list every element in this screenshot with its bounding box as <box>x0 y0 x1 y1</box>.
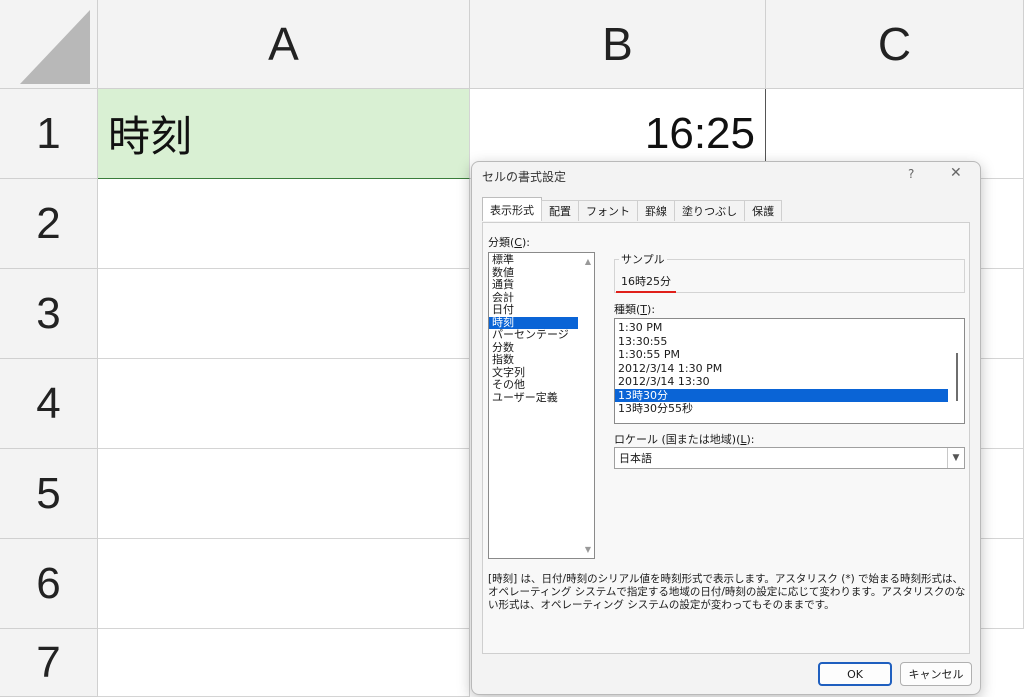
category-item[interactable]: ユーザー定義 <box>489 391 594 405</box>
row-header-3[interactable]: 3 <box>0 269 98 359</box>
row-header-4[interactable]: 4 <box>0 359 98 449</box>
format-cells-dialog: セルの書式設定 ? ✕ 表示形式 配置 フォント 罫線 塗りつぶし 保護 分類(… <box>471 161 981 695</box>
tab-border[interactable]: 罫線 <box>637 200 675 221</box>
row-header-7[interactable]: 7 <box>0 629 98 697</box>
locale-select-value: 日本語 <box>619 452 652 465</box>
tab-protection[interactable]: 保護 <box>744 200 783 221</box>
cell-a3[interactable] <box>98 269 470 359</box>
cell-a5[interactable] <box>98 449 470 539</box>
help-icon[interactable]: ? <box>908 167 914 181</box>
tab-number[interactable]: 表示形式 <box>482 197 542 221</box>
sample-value: 16時25分 <box>621 275 671 288</box>
scroll-up-icon[interactable]: ▲ <box>585 257 591 266</box>
category-item[interactable]: 指数 <box>489 353 594 367</box>
category-label: 分類(C): <box>488 236 530 249</box>
tab-alignment[interactable]: 配置 <box>541 200 579 221</box>
tab-fill[interactable]: 塗りつぶし <box>674 200 746 221</box>
category-item[interactable]: 標準 <box>489 253 594 267</box>
sample-underline-annotation <box>616 291 676 293</box>
type-list-scrollbar[interactable] <box>956 353 958 401</box>
cell-a4[interactable] <box>98 359 470 449</box>
type-label: 種類(T): <box>614 303 656 316</box>
cell-a2[interactable] <box>98 179 470 269</box>
format-description: [時刻] は、日付/時刻のシリアル値を時刻形式で表示します。アスタリスク (*)… <box>488 573 966 611</box>
cell-c5[interactable] <box>979 449 1024 539</box>
column-header-c[interactable]: C <box>766 0 1024 89</box>
cell-c4[interactable] <box>979 359 1024 449</box>
locale-label: ロケール (国または地域)(L): <box>614 433 755 446</box>
cell-a6[interactable] <box>98 539 470 629</box>
row-header-5[interactable]: 5 <box>0 449 98 539</box>
type-item[interactable]: 13:30:55 <box>615 335 964 349</box>
select-all-triangle-icon <box>20 10 90 84</box>
row-header-2[interactable]: 2 <box>0 179 98 269</box>
category-list[interactable]: 標準 数値 通貨 会計 日付 時刻 パーセンテージ 分数 指数 文字列 その他 … <box>488 252 595 559</box>
cell-c2[interactable] <box>979 179 1024 269</box>
row-header-6[interactable]: 6 <box>0 539 98 629</box>
type-item[interactable]: 1:30:55 PM <box>615 348 964 362</box>
dialog-title: セルの書式設定 <box>482 170 567 184</box>
column-header-b[interactable]: B <box>470 0 766 89</box>
cell-c3[interactable] <box>979 269 1024 359</box>
cell-a1[interactable]: 時刻 <box>98 89 470 179</box>
number-format-panel: 分類(C): 標準 数値 通貨 会計 日付 時刻 パーセンテージ 分数 指数 文… <box>482 222 970 654</box>
cell-c6[interactable] <box>979 539 1024 629</box>
type-item[interactable]: 13時30分55秒 <box>615 402 964 416</box>
tab-font[interactable]: フォント <box>578 200 638 221</box>
dialog-tabs: 表示形式 配置 フォント 罫線 塗りつぶし 保護 <box>482 197 783 222</box>
category-item[interactable]: その他 <box>489 378 594 392</box>
cancel-button[interactable]: キャンセル <box>900 662 972 686</box>
ok-button[interactable]: OK <box>818 662 892 686</box>
category-item[interactable]: パーセンテージ <box>489 328 594 342</box>
type-list[interactable]: 1:30 PM 13:30:55 1:30:55 PM 2012/3/14 1:… <box>614 318 965 424</box>
type-item[interactable]: 1:30 PM <box>615 321 964 335</box>
close-icon[interactable]: ✕ <box>950 165 962 181</box>
category-item[interactable]: 通貨 <box>489 278 594 292</box>
type-item[interactable]: 2012/3/14 13:30 <box>615 375 964 389</box>
select-all-corner[interactable] <box>0 0 98 89</box>
type-item-selected[interactable]: 13時30分 <box>615 388 948 402</box>
row-header-1[interactable]: 1 <box>0 89 98 179</box>
type-item[interactable]: 2012/3/14 1:30 PM <box>615 362 964 376</box>
cell-a7[interactable] <box>98 629 470 697</box>
category-item[interactable]: 日付 <box>489 303 594 317</box>
scroll-down-icon[interactable]: ▼ <box>585 545 591 554</box>
sample-label: サンプル <box>619 251 667 267</box>
column-header-a[interactable]: A <box>98 0 470 89</box>
locale-select[interactable]: 日本語 ▼ <box>614 447 965 469</box>
chevron-down-icon[interactable]: ▼ <box>947 448 964 468</box>
